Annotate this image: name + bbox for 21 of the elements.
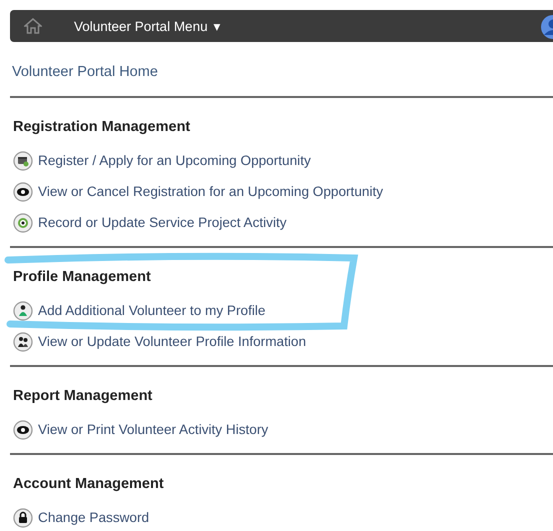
menu-link[interactable]: View or Cancel Registration for an Upcoming Opportunity [13,176,553,207]
menu-link[interactable]: View or Update Volunteer Profile Information [13,326,553,357]
section-heading: Account Management [13,476,165,492]
lock-icon [13,508,33,528]
people-icon [13,332,33,352]
eye-icon [13,420,33,440]
menu-link[interactable]: Add Additional Volunteer to my Profile [13,295,553,326]
target-icon [13,212,33,232]
calendar-icon [13,150,33,170]
menu-link[interactable]: Record or Update Service Project Activity [13,207,553,238]
home-link[interactable]: Volunteer Portal Home [12,64,553,80]
menu-link[interactable]: Register / Apply for an Upcoming Opportunity [13,145,553,176]
portal-menu-button[interactable]: Volunteer Portal Menu ▾ [68,14,227,38]
eye-icon [13,182,33,202]
person-icon [13,300,33,320]
section-heading: Registration Management [13,119,192,135]
home-icon[interactable] [24,18,42,34]
menu-link[interactable]: View or Print Volunteer Activity History [13,414,553,445]
menu-link[interactable]: Change Password [13,502,553,531]
section-heading: Report Management [13,388,154,404]
section-heading: Profile Management [13,269,152,285]
